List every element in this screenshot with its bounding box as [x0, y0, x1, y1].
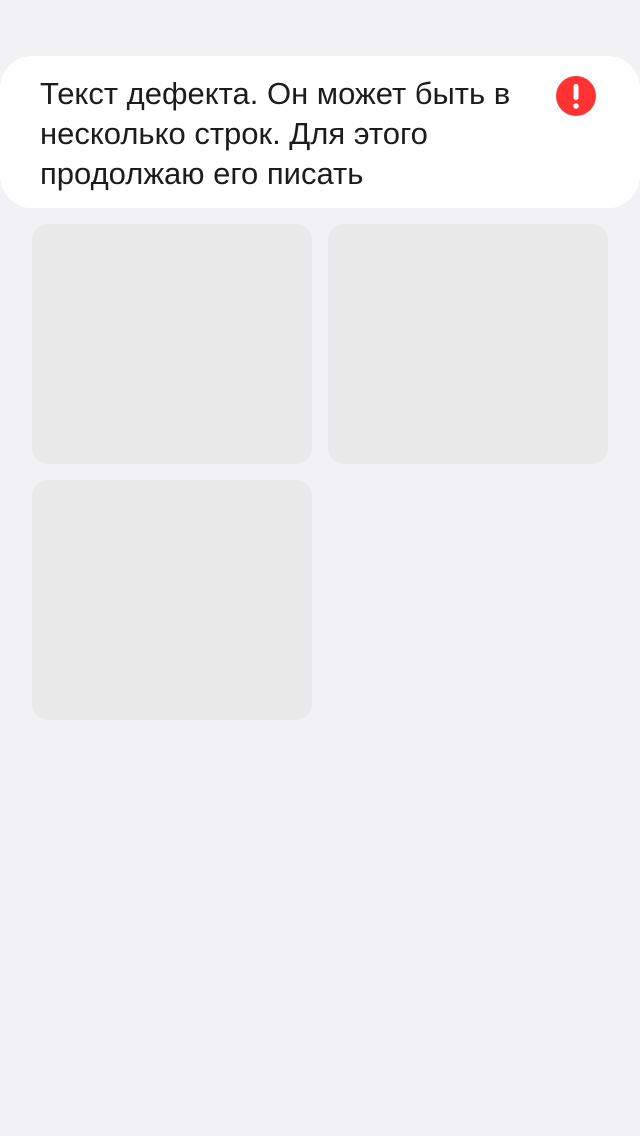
photo-placeholder[interactable] [32, 224, 312, 464]
defect-card: Текст дефекта. Он может быть в несколько… [0, 56, 640, 208]
alert-exclamation-icon[interactable] [556, 76, 596, 116]
defect-description: Текст дефекта. Он может быть в несколько… [40, 76, 511, 191]
photo-placeholder[interactable] [32, 480, 312, 720]
photo-placeholder[interactable] [328, 224, 608, 464]
